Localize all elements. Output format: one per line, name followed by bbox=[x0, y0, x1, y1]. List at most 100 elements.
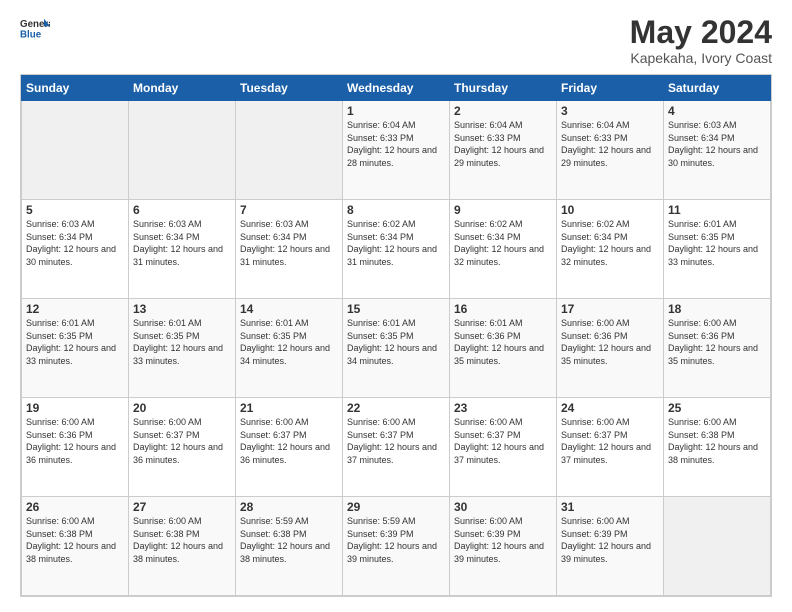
calendar-cell-4-4: 30Sunrise: 6:00 AM Sunset: 6:39 PM Dayli… bbox=[450, 497, 557, 596]
calendar-cell-4-5: 31Sunrise: 6:00 AM Sunset: 6:39 PM Dayli… bbox=[557, 497, 664, 596]
day-number-18: 18 bbox=[668, 302, 766, 316]
calendar-cell-3-3: 22Sunrise: 6:00 AM Sunset: 6:37 PM Dayli… bbox=[343, 398, 450, 497]
calendar-cell-2-1: 13Sunrise: 6:01 AM Sunset: 6:35 PM Dayli… bbox=[129, 299, 236, 398]
day-number-13: 13 bbox=[133, 302, 231, 316]
day-info-6: Sunrise: 6:03 AM Sunset: 6:34 PM Dayligh… bbox=[133, 218, 231, 268]
day-info-3: Sunrise: 6:04 AM Sunset: 6:33 PM Dayligh… bbox=[561, 119, 659, 169]
calendar-cell-3-1: 20Sunrise: 6:00 AM Sunset: 6:37 PM Dayli… bbox=[129, 398, 236, 497]
day-number-31: 31 bbox=[561, 500, 659, 514]
week-row-0: 1Sunrise: 6:04 AM Sunset: 6:33 PM Daylig… bbox=[22, 101, 771, 200]
calendar-cell-2-3: 15Sunrise: 6:01 AM Sunset: 6:35 PM Dayli… bbox=[343, 299, 450, 398]
day-number-22: 22 bbox=[347, 401, 445, 415]
calendar-cell-4-0: 26Sunrise: 6:00 AM Sunset: 6:38 PM Dayli… bbox=[22, 497, 129, 596]
day-number-29: 29 bbox=[347, 500, 445, 514]
day-info-24: Sunrise: 6:00 AM Sunset: 6:37 PM Dayligh… bbox=[561, 416, 659, 466]
calendar-cell-2-4: 16Sunrise: 6:01 AM Sunset: 6:36 PM Dayli… bbox=[450, 299, 557, 398]
day-info-22: Sunrise: 6:00 AM Sunset: 6:37 PM Dayligh… bbox=[347, 416, 445, 466]
calendar-cell-1-6: 11Sunrise: 6:01 AM Sunset: 6:35 PM Dayli… bbox=[664, 200, 771, 299]
header-thursday: Thursday bbox=[450, 76, 557, 101]
title-block: May 2024 Kapekaha, Ivory Coast bbox=[630, 15, 772, 66]
calendar-cell-3-2: 21Sunrise: 6:00 AM Sunset: 6:37 PM Dayli… bbox=[236, 398, 343, 497]
day-number-2: 2 bbox=[454, 104, 552, 118]
day-number-4: 4 bbox=[668, 104, 766, 118]
day-info-29: Sunrise: 5:59 AM Sunset: 6:39 PM Dayligh… bbox=[347, 515, 445, 565]
day-info-10: Sunrise: 6:02 AM Sunset: 6:34 PM Dayligh… bbox=[561, 218, 659, 268]
subtitle: Kapekaha, Ivory Coast bbox=[630, 50, 772, 66]
calendar-cell-4-6 bbox=[664, 497, 771, 596]
calendar-cell-3-5: 24Sunrise: 6:00 AM Sunset: 6:37 PM Dayli… bbox=[557, 398, 664, 497]
day-number-19: 19 bbox=[26, 401, 124, 415]
day-number-28: 28 bbox=[240, 500, 338, 514]
day-number-21: 21 bbox=[240, 401, 338, 415]
week-row-3: 19Sunrise: 6:00 AM Sunset: 6:36 PM Dayli… bbox=[22, 398, 771, 497]
header-monday: Monday bbox=[129, 76, 236, 101]
day-info-20: Sunrise: 6:00 AM Sunset: 6:37 PM Dayligh… bbox=[133, 416, 231, 466]
day-info-7: Sunrise: 6:03 AM Sunset: 6:34 PM Dayligh… bbox=[240, 218, 338, 268]
calendar-cell-2-2: 14Sunrise: 6:01 AM Sunset: 6:35 PM Dayli… bbox=[236, 299, 343, 398]
day-info-23: Sunrise: 6:00 AM Sunset: 6:37 PM Dayligh… bbox=[454, 416, 552, 466]
calendar: Sunday Monday Tuesday Wednesday Thursday… bbox=[20, 74, 772, 597]
day-number-25: 25 bbox=[668, 401, 766, 415]
calendar-cell-1-2: 7Sunrise: 6:03 AM Sunset: 6:34 PM Daylig… bbox=[236, 200, 343, 299]
day-number-27: 27 bbox=[133, 500, 231, 514]
day-info-13: Sunrise: 6:01 AM Sunset: 6:35 PM Dayligh… bbox=[133, 317, 231, 367]
header-friday: Friday bbox=[557, 76, 664, 101]
calendar-cell-2-5: 17Sunrise: 6:00 AM Sunset: 6:36 PM Dayli… bbox=[557, 299, 664, 398]
week-row-4: 26Sunrise: 6:00 AM Sunset: 6:38 PM Dayli… bbox=[22, 497, 771, 596]
day-number-30: 30 bbox=[454, 500, 552, 514]
calendar-cell-0-0 bbox=[22, 101, 129, 200]
day-info-11: Sunrise: 6:01 AM Sunset: 6:35 PM Dayligh… bbox=[668, 218, 766, 268]
calendar-cell-4-3: 29Sunrise: 5:59 AM Sunset: 6:39 PM Dayli… bbox=[343, 497, 450, 596]
day-info-31: Sunrise: 6:00 AM Sunset: 6:39 PM Dayligh… bbox=[561, 515, 659, 565]
svg-text:Blue: Blue bbox=[20, 30, 42, 41]
day-info-12: Sunrise: 6:01 AM Sunset: 6:35 PM Dayligh… bbox=[26, 317, 124, 367]
day-number-3: 3 bbox=[561, 104, 659, 118]
day-info-30: Sunrise: 6:00 AM Sunset: 6:39 PM Dayligh… bbox=[454, 515, 552, 565]
logo-icon: General Blue bbox=[20, 15, 50, 45]
day-info-2: Sunrise: 6:04 AM Sunset: 6:33 PM Dayligh… bbox=[454, 119, 552, 169]
calendar-cell-2-0: 12Sunrise: 6:01 AM Sunset: 6:35 PM Dayli… bbox=[22, 299, 129, 398]
day-info-17: Sunrise: 6:00 AM Sunset: 6:36 PM Dayligh… bbox=[561, 317, 659, 367]
day-info-15: Sunrise: 6:01 AM Sunset: 6:35 PM Dayligh… bbox=[347, 317, 445, 367]
day-number-9: 9 bbox=[454, 203, 552, 217]
calendar-header-row: Sunday Monday Tuesday Wednesday Thursday… bbox=[22, 76, 771, 101]
calendar-cell-0-4: 2Sunrise: 6:04 AM Sunset: 6:33 PM Daylig… bbox=[450, 101, 557, 200]
calendar-cell-3-4: 23Sunrise: 6:00 AM Sunset: 6:37 PM Dayli… bbox=[450, 398, 557, 497]
day-number-15: 15 bbox=[347, 302, 445, 316]
day-info-19: Sunrise: 6:00 AM Sunset: 6:36 PM Dayligh… bbox=[26, 416, 124, 466]
calendar-cell-4-2: 28Sunrise: 5:59 AM Sunset: 6:38 PM Dayli… bbox=[236, 497, 343, 596]
calendar-cell-0-2 bbox=[236, 101, 343, 200]
day-info-21: Sunrise: 6:00 AM Sunset: 6:37 PM Dayligh… bbox=[240, 416, 338, 466]
calendar-cell-3-0: 19Sunrise: 6:00 AM Sunset: 6:36 PM Dayli… bbox=[22, 398, 129, 497]
day-info-25: Sunrise: 6:00 AM Sunset: 6:38 PM Dayligh… bbox=[668, 416, 766, 466]
day-number-7: 7 bbox=[240, 203, 338, 217]
day-number-14: 14 bbox=[240, 302, 338, 316]
calendar-cell-3-6: 25Sunrise: 6:00 AM Sunset: 6:38 PM Dayli… bbox=[664, 398, 771, 497]
calendar-cell-0-5: 3Sunrise: 6:04 AM Sunset: 6:33 PM Daylig… bbox=[557, 101, 664, 200]
day-number-17: 17 bbox=[561, 302, 659, 316]
day-number-12: 12 bbox=[26, 302, 124, 316]
day-info-9: Sunrise: 6:02 AM Sunset: 6:34 PM Dayligh… bbox=[454, 218, 552, 268]
page: General Blue May 2024 Kapekaha, Ivory Co… bbox=[0, 0, 792, 612]
calendar-cell-4-1: 27Sunrise: 6:00 AM Sunset: 6:38 PM Dayli… bbox=[129, 497, 236, 596]
calendar-cell-2-6: 18Sunrise: 6:00 AM Sunset: 6:36 PM Dayli… bbox=[664, 299, 771, 398]
day-info-1: Sunrise: 6:04 AM Sunset: 6:33 PM Dayligh… bbox=[347, 119, 445, 169]
day-number-1: 1 bbox=[347, 104, 445, 118]
day-info-18: Sunrise: 6:00 AM Sunset: 6:36 PM Dayligh… bbox=[668, 317, 766, 367]
day-info-4: Sunrise: 6:03 AM Sunset: 6:34 PM Dayligh… bbox=[668, 119, 766, 169]
day-info-27: Sunrise: 6:00 AM Sunset: 6:38 PM Dayligh… bbox=[133, 515, 231, 565]
day-number-26: 26 bbox=[26, 500, 124, 514]
day-number-11: 11 bbox=[668, 203, 766, 217]
calendar-cell-1-0: 5Sunrise: 6:03 AM Sunset: 6:34 PM Daylig… bbox=[22, 200, 129, 299]
day-info-26: Sunrise: 6:00 AM Sunset: 6:38 PM Dayligh… bbox=[26, 515, 124, 565]
day-number-20: 20 bbox=[133, 401, 231, 415]
calendar-cell-1-5: 10Sunrise: 6:02 AM Sunset: 6:34 PM Dayli… bbox=[557, 200, 664, 299]
day-info-16: Sunrise: 6:01 AM Sunset: 6:36 PM Dayligh… bbox=[454, 317, 552, 367]
day-number-8: 8 bbox=[347, 203, 445, 217]
day-info-5: Sunrise: 6:03 AM Sunset: 6:34 PM Dayligh… bbox=[26, 218, 124, 268]
day-number-16: 16 bbox=[454, 302, 552, 316]
calendar-cell-1-1: 6Sunrise: 6:03 AM Sunset: 6:34 PM Daylig… bbox=[129, 200, 236, 299]
day-number-10: 10 bbox=[561, 203, 659, 217]
calendar-cell-1-4: 9Sunrise: 6:02 AM Sunset: 6:34 PM Daylig… bbox=[450, 200, 557, 299]
header-tuesday: Tuesday bbox=[236, 76, 343, 101]
